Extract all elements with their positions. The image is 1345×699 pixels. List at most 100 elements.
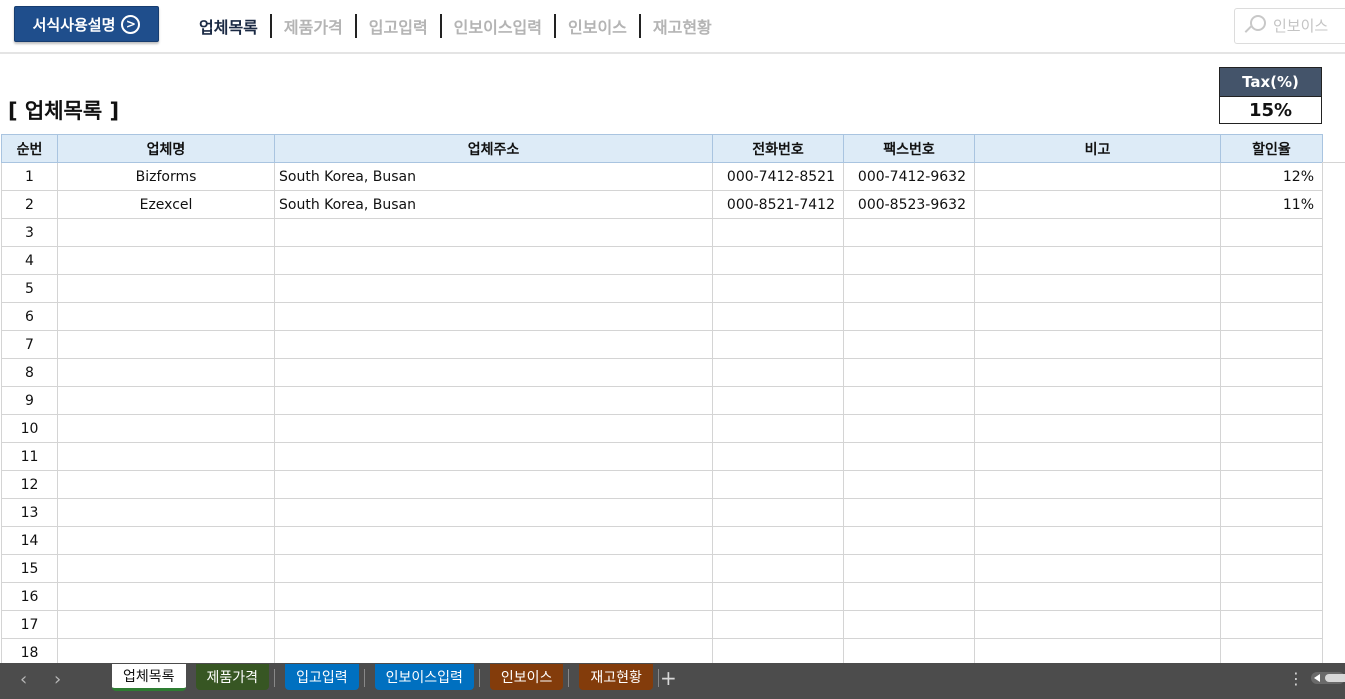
fax-cell[interactable] bbox=[843, 246, 975, 275]
phone-cell[interactable] bbox=[712, 470, 844, 499]
phone-cell[interactable] bbox=[712, 246, 844, 275]
address-cell[interactable] bbox=[274, 246, 713, 275]
fax-cell[interactable] bbox=[843, 302, 975, 331]
nav-item-stock-in[interactable]: 입고입력 bbox=[369, 14, 428, 38]
fax-cell[interactable]: 000-8523-9632 bbox=[843, 190, 975, 219]
discount-cell[interactable]: 12% bbox=[1220, 162, 1323, 191]
note-cell[interactable] bbox=[974, 442, 1221, 471]
company-name-cell[interactable] bbox=[57, 302, 275, 331]
fax-cell[interactable] bbox=[843, 582, 975, 611]
chevron-right-icon[interactable]: › bbox=[54, 669, 61, 690]
tax-value[interactable]: 15% bbox=[1220, 96, 1321, 123]
scroll-left-icon[interactable] bbox=[1314, 674, 1320, 682]
note-cell[interactable] bbox=[974, 358, 1221, 387]
nav-item-invoice[interactable]: 인보이스 bbox=[568, 14, 627, 38]
row-number-cell[interactable]: 15 bbox=[1, 554, 58, 583]
fax-cell[interactable] bbox=[843, 498, 975, 527]
company-name-cell[interactable] bbox=[57, 358, 275, 387]
row-number-cell[interactable]: 16 bbox=[1, 582, 58, 611]
note-cell[interactable] bbox=[974, 526, 1221, 555]
discount-cell[interactable] bbox=[1220, 246, 1323, 275]
fax-cell[interactable] bbox=[843, 274, 975, 303]
company-name-cell[interactable] bbox=[57, 386, 275, 415]
discount-cell[interactable] bbox=[1220, 414, 1323, 443]
note-cell[interactable] bbox=[974, 274, 1221, 303]
fax-cell[interactable] bbox=[843, 442, 975, 471]
phone-cell[interactable] bbox=[712, 386, 844, 415]
company-name-cell[interactable] bbox=[57, 218, 275, 247]
address-cell[interactable] bbox=[274, 470, 713, 499]
phone-cell[interactable] bbox=[712, 554, 844, 583]
row-number-cell[interactable]: 10 bbox=[1, 414, 58, 443]
phone-cell[interactable] bbox=[712, 610, 844, 639]
address-cell[interactable] bbox=[274, 330, 713, 359]
note-cell[interactable] bbox=[974, 246, 1221, 275]
company-name-cell[interactable] bbox=[57, 442, 275, 471]
fax-cell[interactable] bbox=[843, 526, 975, 555]
sheet-tab-invoice-input[interactable]: 인보이스입력 bbox=[374, 664, 474, 690]
discount-cell[interactable] bbox=[1220, 582, 1323, 611]
note-cell[interactable] bbox=[974, 414, 1221, 443]
row-number-cell[interactable]: 11 bbox=[1, 442, 58, 471]
discount-cell[interactable] bbox=[1220, 386, 1323, 415]
fax-cell[interactable] bbox=[843, 554, 975, 583]
discount-cell[interactable] bbox=[1220, 358, 1323, 387]
row-number-cell[interactable]: 3 bbox=[1, 218, 58, 247]
company-name-cell[interactable] bbox=[57, 246, 275, 275]
row-number-cell[interactable]: 5 bbox=[1, 274, 58, 303]
discount-cell[interactable] bbox=[1220, 498, 1323, 527]
company-name-cell[interactable] bbox=[57, 498, 275, 527]
discount-cell[interactable] bbox=[1220, 610, 1323, 639]
note-cell[interactable] bbox=[974, 190, 1221, 219]
nav-item-product-price[interactable]: 제품가격 bbox=[284, 14, 343, 38]
fax-cell[interactable] bbox=[843, 470, 975, 499]
discount-cell[interactable] bbox=[1220, 274, 1323, 303]
company-name-cell[interactable]: Bizforms bbox=[57, 162, 275, 191]
discount-cell[interactable] bbox=[1220, 218, 1323, 247]
phone-cell[interactable] bbox=[712, 498, 844, 527]
column-header-note[interactable]: 비고 bbox=[974, 134, 1221, 163]
sheet-tab-invoice[interactable]: 인보이스 bbox=[489, 664, 564, 690]
company-name-cell[interactable] bbox=[57, 470, 275, 499]
company-name-cell[interactable] bbox=[57, 330, 275, 359]
address-cell[interactable] bbox=[274, 582, 713, 611]
company-name-cell[interactable] bbox=[57, 274, 275, 303]
phone-cell[interactable]: 000-7412-8521 bbox=[712, 162, 844, 191]
address-cell[interactable] bbox=[274, 386, 713, 415]
discount-cell[interactable]: 11% bbox=[1220, 190, 1323, 219]
address-cell[interactable]: South Korea, Busan bbox=[274, 162, 713, 191]
phone-cell[interactable] bbox=[712, 414, 844, 443]
fax-cell[interactable] bbox=[843, 218, 975, 247]
column-header-fax[interactable]: 팩스번호 bbox=[843, 134, 975, 163]
row-number-cell[interactable]: 9 bbox=[1, 386, 58, 415]
column-header-discount[interactable]: 할인율 bbox=[1220, 134, 1323, 163]
phone-cell[interactable] bbox=[712, 358, 844, 387]
address-cell[interactable] bbox=[274, 274, 713, 303]
row-number-cell[interactable]: 8 bbox=[1, 358, 58, 387]
company-name-cell[interactable]: Ezexcel bbox=[57, 190, 275, 219]
company-name-cell[interactable] bbox=[57, 582, 275, 611]
phone-cell[interactable]: 000-8521-7412 bbox=[712, 190, 844, 219]
sheet-tab-inventory[interactable]: 재고현황 bbox=[579, 664, 653, 690]
address-cell[interactable] bbox=[274, 218, 713, 247]
more-options-icon[interactable]: ⋮ bbox=[1288, 669, 1304, 688]
address-cell[interactable] bbox=[274, 442, 713, 471]
search-input[interactable] bbox=[1273, 17, 1345, 35]
fax-cell[interactable]: 000-7412-9632 bbox=[843, 162, 975, 191]
column-header-no[interactable]: 순번 bbox=[1, 134, 58, 163]
address-cell[interactable] bbox=[274, 610, 713, 639]
sheet-tab-product-price[interactable]: 제품가격 bbox=[195, 664, 270, 690]
row-number-cell[interactable]: 4 bbox=[1, 246, 58, 275]
discount-cell[interactable] bbox=[1220, 526, 1323, 555]
phone-cell[interactable] bbox=[712, 526, 844, 555]
fax-cell[interactable] bbox=[843, 330, 975, 359]
row-number-cell[interactable]: 17 bbox=[1, 610, 58, 639]
note-cell[interactable] bbox=[974, 470, 1221, 499]
note-cell[interactable] bbox=[974, 610, 1221, 639]
discount-cell[interactable] bbox=[1220, 470, 1323, 499]
phone-cell[interactable] bbox=[712, 274, 844, 303]
nav-item-company-list[interactable]: 업체목록 bbox=[199, 14, 258, 38]
phone-cell[interactable] bbox=[712, 218, 844, 247]
fax-cell[interactable] bbox=[843, 610, 975, 639]
sheet-tab-company-list[interactable]: 업체목록 bbox=[112, 664, 186, 691]
